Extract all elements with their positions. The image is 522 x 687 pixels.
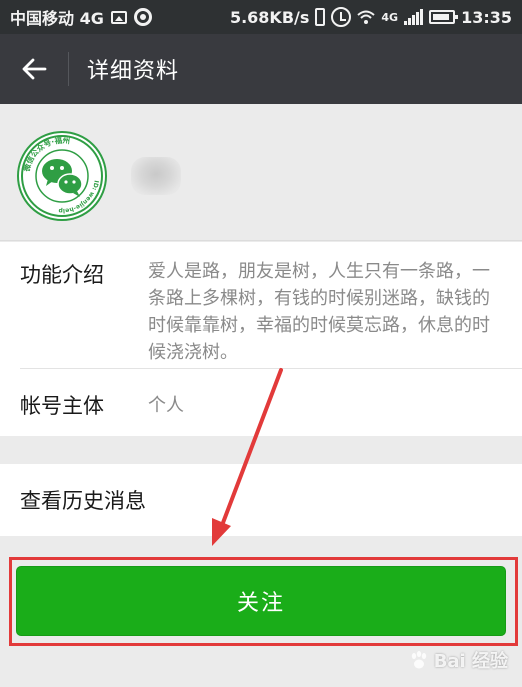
intro-text: 爱人是路，朋友是树，人生只有一条路，一条路上多棵树，有钱的时候别迷路，缺钱的时候… [148,261,490,363]
wifi-icon [357,10,376,24]
carrier-label: 中国移动 4G [10,9,104,28]
alarm-icon [331,7,352,27]
battery-icon [429,10,459,24]
title-bar: 详细资料 [0,34,522,104]
owner-value: 个人 [148,395,184,416]
back-arrow-icon [22,58,47,80]
back-button[interactable] [0,34,68,104]
account-avatar[interactable]: 微信公众号·福州 ID: wenjie-help [17,131,107,221]
profile-card: 微信公众号·福州 ID: wenjie-help [0,104,522,241]
follow-button[interactable]: 关注 [16,566,506,636]
status-bar: 中国移动 4G 5.68KB/s 4G 13:35 [0,0,522,34]
media-icon [133,8,152,26]
clock: 13:35 [461,7,512,27]
vibrate-icon [315,8,326,26]
row-divider [20,368,522,369]
signal-icon [404,9,424,25]
status-right: 5.68KB/s 4G 13:35 [230,7,512,27]
follow-button-label: 关注 [236,591,285,616]
title-divider [68,52,69,86]
baidu-paw-icon [411,651,426,669]
network-speed: 5.68KB/s [229,7,310,27]
status-left: 中国移动 4G [10,5,152,29]
network-type-label: 4G [381,10,399,24]
view-history-row[interactable]: 查看历史消息 [0,464,522,536]
watermark-text: Bai 经验 [433,651,508,672]
page-title: 详细资料 [87,59,180,84]
view-history-label: 查看历史消息 [20,489,146,513]
intro-label: 功能介绍 [20,263,104,287]
image-icon [110,10,127,24]
baidu-watermark: Bai 经验 [408,647,508,673]
account-name-blurred [131,157,181,195]
owner-label: 帐号主体 [20,394,104,418]
info-card: 功能介绍 爱人是路，朋友是树，人生只有一条路，一条路上多棵树，有钱的时候别迷路，… [0,242,522,436]
